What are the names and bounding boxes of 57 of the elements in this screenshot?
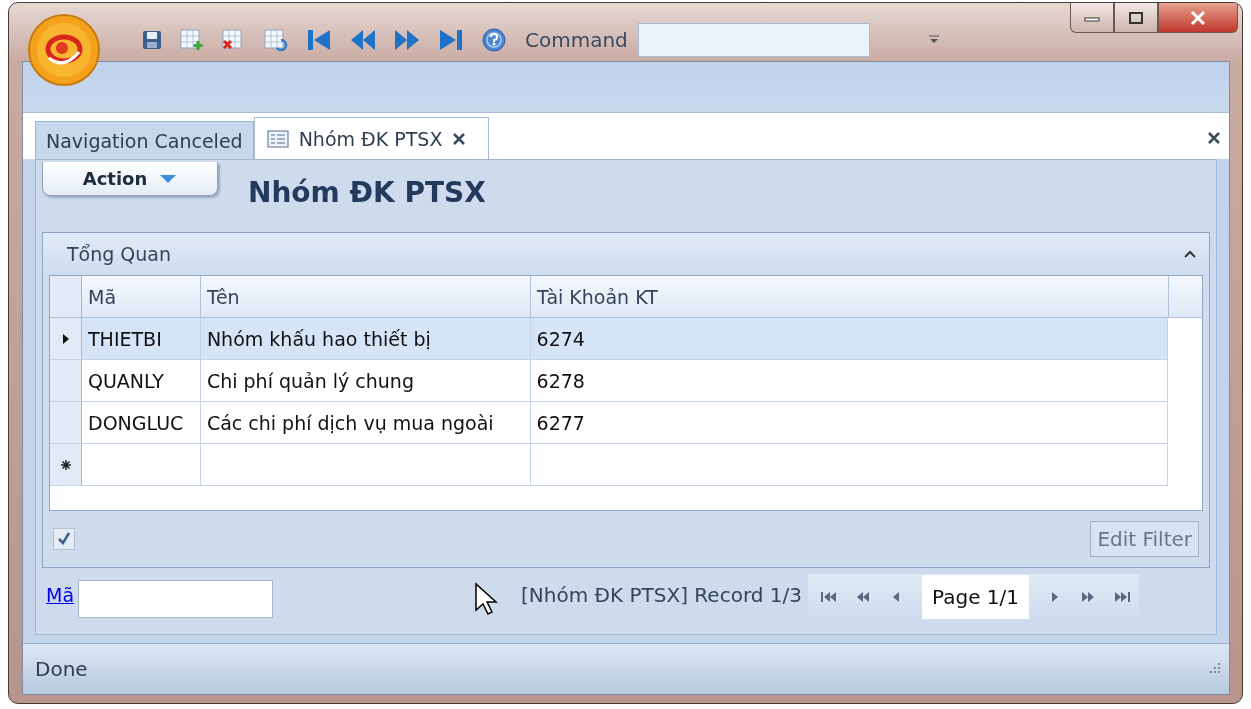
table-row[interactable]: THIETBI Nhóm khấu hao thiết bị 6274 xyxy=(50,318,1168,360)
filter-checkbox[interactable] xyxy=(53,528,75,550)
edit-filter-button[interactable]: Edit Filter xyxy=(1090,521,1199,557)
row-header[interactable] xyxy=(50,444,82,485)
page-indicator: Page 1/1 xyxy=(922,575,1029,619)
table-cell: 6278 xyxy=(530,360,1168,401)
new-row-icon xyxy=(59,458,72,471)
table-cell: Chi phí quản lý chung xyxy=(200,360,531,401)
group-title: Tổng Quan xyxy=(67,243,172,265)
document-tab[interactable]: Nhóm ĐK PTSX xyxy=(253,117,490,159)
close-icon xyxy=(1189,9,1207,26)
current-row-icon xyxy=(61,332,70,345)
column-header[interactable]: Tài Khoản KT xyxy=(531,276,1169,317)
maximize-button[interactable] xyxy=(1114,3,1158,33)
search-field[interactable] xyxy=(78,580,274,618)
maximize-icon xyxy=(1128,10,1144,25)
table-row[interactable]: DONGLUC Các chi phí dịch vụ mua ngoài 6277 xyxy=(50,402,1168,444)
command-field[interactable] xyxy=(637,23,870,57)
last-page-icon[interactable] xyxy=(1113,590,1131,604)
skip-first-icon[interactable] xyxy=(305,27,333,53)
caret-icon xyxy=(159,173,178,184)
column-header[interactable]: Mã xyxy=(82,276,201,317)
save-icon[interactable] xyxy=(141,29,163,51)
refresh-table-icon[interactable] xyxy=(263,28,289,52)
minimize-button[interactable] xyxy=(1070,3,1114,33)
close-icon[interactable] xyxy=(452,131,467,146)
add-row-icon[interactable] xyxy=(179,28,205,52)
table-cell: THIETBI xyxy=(82,318,201,359)
resize-grip-icon[interactable] xyxy=(1207,662,1221,676)
table-cell: Nhóm khấu hao thiết bị xyxy=(200,318,531,359)
action-button[interactable]: Action xyxy=(42,162,218,196)
rewind-icon[interactable] xyxy=(349,27,377,53)
table-cell: QUANLY xyxy=(82,360,201,401)
customize-caret-icon[interactable] xyxy=(927,35,940,45)
document-tab[interactable]: Navigation Canceled xyxy=(35,121,254,159)
checkmark-icon xyxy=(57,532,71,546)
form-icon xyxy=(266,129,289,148)
table-cell: DONGLUC xyxy=(82,402,201,443)
help-icon[interactable] xyxy=(481,27,507,53)
page-title: Nhóm ĐK PTSX xyxy=(248,176,486,209)
search-link[interactable]: Mã xyxy=(46,584,75,606)
skip-last-icon[interactable] xyxy=(437,27,465,53)
table-cell: Các chi phí dịch vụ mua ngoài xyxy=(200,402,531,443)
table-cell: 6274 xyxy=(530,318,1168,359)
close-button[interactable] xyxy=(1158,3,1238,33)
table-row[interactable]: QUANLY Chi phí quản lý chung 6278 xyxy=(50,360,1168,402)
first-page-icon[interactable] xyxy=(820,590,838,604)
table-cell: 6277 xyxy=(530,402,1168,443)
column-header[interactable]: Tên xyxy=(201,276,531,317)
close-icon[interactable] xyxy=(1207,131,1221,145)
command-label: Command xyxy=(525,28,628,52)
record-text: [Nhóm ĐK PTSX] Record 1/3 xyxy=(521,583,802,607)
collapse-icon[interactable] xyxy=(1183,249,1197,259)
status-text: Done xyxy=(35,657,88,681)
row-header[interactable] xyxy=(50,318,82,359)
mouse-cursor-icon xyxy=(474,582,500,616)
fast-forward-icon[interactable] xyxy=(393,27,421,53)
